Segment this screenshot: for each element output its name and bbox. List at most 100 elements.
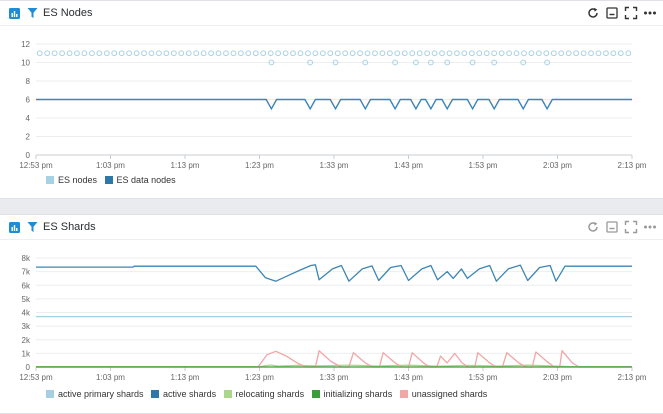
data-point — [610, 50, 617, 57]
data-point — [468, 50, 475, 57]
y-tick-label: 2k — [22, 336, 31, 345]
data-point — [275, 50, 282, 57]
x-tick-label: 1:13 pm — [171, 373, 200, 382]
panel-header: ES Shards — [0, 215, 663, 240]
data-point — [535, 50, 542, 57]
x-tick-label: 1:23 pm — [245, 373, 274, 382]
data-point — [141, 50, 147, 57]
data-point — [573, 50, 580, 57]
x-tick-label: 2:13 pm — [618, 373, 647, 382]
x-tick-label: 1:53 pm — [469, 373, 498, 382]
bar-chart-icon[interactable] — [9, 222, 20, 233]
filter-icon[interactable] — [27, 221, 38, 233]
es-nodes-chart: 12 10 8 6 4 2 012:53 pm 1:03 pm 1:13 pm 1:23 pm 1:… — [19, 40, 646, 170]
data-point — [409, 50, 416, 57]
data-point — [148, 50, 155, 57]
data-point — [208, 50, 214, 57]
x-tick-label: 1:23 pm — [245, 161, 274, 170]
legend-item[interactable]: ES data nodes — [104, 175, 176, 185]
legend-item[interactable]: ES nodes — [46, 175, 97, 185]
data-point — [588, 50, 594, 57]
data-point — [260, 50, 267, 57]
data-point — [297, 50, 304, 57]
fullscreen-icon[interactable] — [624, 220, 638, 234]
data-point — [595, 50, 602, 57]
legend: ES nodes ES data nodes — [46, 175, 181, 187]
legend-label: relocating shards — [235, 389, 305, 399]
x-tick-label: 1:43 pm — [394, 373, 423, 382]
data-point — [439, 50, 445, 57]
data-point — [51, 50, 58, 57]
data-point — [513, 50, 520, 57]
legend-item[interactable]: unassigned shards — [399, 389, 487, 399]
refresh-icon[interactable] — [586, 220, 600, 234]
x-tick-label: 1:33 pm — [320, 373, 349, 382]
more-icon[interactable] — [643, 220, 657, 234]
x-tick-label: 2:03 pm — [543, 373, 572, 382]
data-point — [401, 50, 408, 57]
more-icon[interactable] — [643, 6, 657, 20]
data-point — [59, 50, 65, 57]
y-tick-label: 10 — [21, 59, 30, 68]
es-nodes-panel: ES Nodes 12 10 8 6 4 2 0 12:53 pm 1:03 pm 1:13 pm… — [0, 0, 663, 199]
legend-swatch — [104, 176, 113, 184]
legend-label: initializing shards — [323, 389, 393, 399]
minimize-icon[interactable] — [605, 220, 619, 234]
refresh-icon[interactable] — [586, 6, 600, 20]
data-point — [245, 50, 252, 57]
legend-item[interactable]: relocating shards — [223, 389, 305, 399]
fullscreen-icon[interactable] — [624, 6, 638, 20]
panel-title: ES Nodes — [43, 7, 93, 19]
y-tick-label: 1k — [22, 349, 31, 358]
data-point — [446, 50, 453, 57]
data-point — [357, 50, 363, 57]
legend-swatch — [151, 390, 160, 398]
data-point — [521, 50, 527, 57]
legend-label: active shards — [163, 389, 217, 399]
legend-label: active primary shards — [58, 389, 144, 399]
data-point — [156, 50, 162, 57]
legend-item[interactable]: active primary shards — [46, 389, 144, 399]
y-tick-label: 6 — [26, 96, 31, 105]
x-tick-label: 12:53 pm — [19, 373, 53, 382]
data-point — [498, 50, 505, 57]
data-point — [461, 50, 468, 57]
data-point — [96, 50, 103, 57]
legend-label: ES nodes — [58, 175, 98, 185]
data-point — [617, 50, 624, 57]
legend-swatch — [46, 176, 54, 184]
x-tick-label: 1:03 pm — [96, 373, 125, 382]
data-point — [312, 50, 319, 57]
legend-item[interactable]: initializing shards — [311, 389, 393, 399]
data-point — [193, 50, 200, 57]
data-point — [349, 50, 356, 57]
y-tick-label: 0 — [26, 363, 31, 372]
data-point — [386, 50, 393, 57]
data-point — [230, 50, 237, 57]
x-tick-label: 1:03 pm — [96, 161, 125, 170]
data-point — [416, 50, 423, 57]
data-point — [558, 50, 565, 57]
data-point — [603, 50, 609, 57]
legend-item[interactable]: active shards — [151, 389, 216, 399]
data-point — [223, 50, 229, 57]
x-tick-label: 1:33 pm — [320, 161, 349, 170]
data-point — [133, 50, 140, 57]
minimize-icon[interactable] — [605, 6, 619, 20]
y-tick-label: 8k — [22, 254, 31, 263]
filter-icon[interactable] — [27, 7, 38, 19]
data-point — [394, 50, 401, 57]
data-point — [528, 50, 535, 57]
data-point — [319, 50, 326, 57]
bar-chart-icon[interactable] — [9, 8, 20, 19]
es-shards-panel: ES Shards 8k 7k 6k 5k 4k 3k 2k 1k 0 12:53 pm 1:03 … — [0, 214, 663, 414]
legend: active primary shards active shards relo… — [46, 389, 492, 401]
data-point — [74, 50, 80, 57]
data-point — [215, 50, 222, 57]
legend-swatch — [311, 390, 320, 398]
data-point — [185, 50, 192, 57]
data-point — [364, 50, 371, 57]
data-point — [580, 50, 587, 57]
data-point — [550, 50, 557, 57]
data-point — [305, 50, 311, 57]
